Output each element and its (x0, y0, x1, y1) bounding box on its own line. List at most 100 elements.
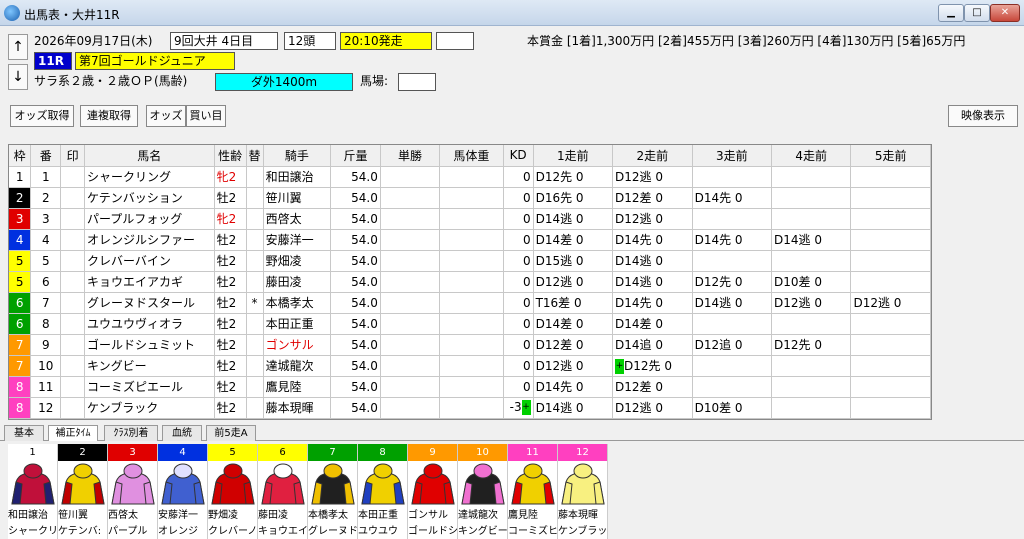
horse-name[interactable]: シャークリング (84, 166, 215, 188)
column-header[interactable]: 斤量 (330, 145, 381, 167)
table-row[interactable]: 8 11 コーミズピエール 牡2 鷹見陸 54.0 0 D14先 0 D12差 0 (9, 376, 931, 398)
table-row[interactable]: 2 2 ケテンバッション 牡2 笹川翼 54.0 0 D16先 0 D12差 0 D14先 0 (9, 187, 931, 209)
prev-run-text: D10差 0 (694, 401, 743, 415)
table-row[interactable]: 5 5 クレバーバイン 牡2 野畑凌 54.0 0 D15逃 0 D14逃 0 (9, 250, 931, 272)
column-header[interactable]: 印 (60, 145, 85, 167)
prev-run-5 (850, 187, 931, 209)
column-header[interactable]: 馬名 (84, 145, 215, 167)
jockey-silk-icon (561, 463, 605, 505)
odds-button[interactable]: オッズ (146, 105, 186, 127)
horse-name[interactable]: クレバーバイン (84, 250, 215, 272)
minimize-button[interactable]: ▁ (938, 4, 964, 22)
horse-name[interactable]: コーミズピエール (84, 376, 215, 398)
mark-cell[interactable] (60, 271, 85, 293)
table-row[interactable]: 4 4 オレンジルシファー 牡2 安藤洋一 54.0 0 D14差 0 D14先 0 D14先 0… (9, 229, 931, 251)
tab-1[interactable]: 基本 (4, 425, 44, 441)
mark-cell[interactable] (60, 334, 85, 356)
column-header[interactable]: 番 (30, 145, 62, 167)
table-row[interactable]: 5 6 キョウエイアカギ 牡2 藤田凌 54.0 0 D12逃 0 D14逃 0 D12先 0 D1… (9, 271, 931, 293)
kd-cell: 0 (503, 334, 534, 356)
prev-race-button[interactable]: ↑ (8, 34, 28, 60)
silk-number: 3 (108, 444, 157, 461)
silk-number: 2 (58, 444, 107, 461)
table-row[interactable]: 7 10 キングビー 牡2 達城龍次 54.0 0 D12逃 0 +D12先 0 (9, 355, 931, 377)
table-row[interactable]: 3 3 パープルフォッグ 牝2 西啓太 54.0 0 D14逃 0 D12逃 0 (9, 208, 931, 230)
kd-cell: 0 (503, 271, 534, 293)
mark-cell[interactable] (60, 292, 85, 314)
tab-3[interactable]: ｸﾗｽ別着 (104, 425, 158, 441)
column-header[interactable]: 騎手 (263, 145, 332, 167)
silk-jockey: 藤田凌 (258, 510, 288, 521)
prev-run-text: D14逃 0 (535, 212, 584, 226)
next-race-button[interactable]: ↓ (8, 64, 28, 90)
column-header[interactable]: KD (503, 145, 534, 167)
bet-button[interactable]: 買い目 (186, 105, 226, 127)
weight-cell: 54.0 (330, 229, 381, 251)
prev-run-text: D14先 0 (694, 233, 743, 247)
video-button[interactable]: 映像表示 (948, 105, 1018, 127)
mark-cell[interactable] (60, 313, 85, 335)
odds-fetch-button[interactable]: オッズ取得 (10, 105, 74, 127)
prev-run-3 (692, 250, 773, 272)
mark-cell[interactable] (60, 208, 85, 230)
mark-cell[interactable] (60, 187, 85, 209)
mark-cell[interactable] (60, 355, 85, 377)
column-header[interactable]: 2走前 (612, 145, 693, 167)
blank-field[interactable] (436, 32, 474, 50)
column-header[interactable]: 4走前 (771, 145, 852, 167)
horse-name[interactable]: キングビー (84, 355, 215, 377)
horse-name[interactable]: グレーヌドスタール (84, 292, 215, 314)
prev-run-text: D12差 0 (615, 191, 663, 205)
prev-run-1: D12先 0 (533, 166, 614, 188)
table-row[interactable]: 8 12 ケンブラック 牡2 藤本現暉 54.0 -3+ D14逃 0 D12逃 0 D10差 0 (9, 397, 931, 419)
table-row[interactable]: 7 9 ゴールドシュミット 牡2 ゴンサル 54.0 0 D12差 0 D14追 0 D12追 0… (9, 334, 931, 356)
prev-run-text: D14先 0 (615, 296, 663, 310)
mark-cell[interactable] (60, 397, 85, 419)
prev-run-5 (850, 271, 931, 293)
prev-run-text: D14差 0 (535, 233, 584, 247)
mark-cell[interactable] (60, 229, 85, 251)
column-header[interactable]: 枠 (9, 145, 32, 167)
table-row[interactable]: 6 7 グレーヌドスタール 牡2 * 本橋孝太 54.0 0 T16差 0 D14先 0 D14逃 … (9, 292, 931, 314)
horse-name[interactable]: ケテンバッション (84, 187, 215, 209)
maximize-button[interactable]: □ (964, 4, 990, 22)
column-header[interactable]: 馬体重 (439, 145, 504, 167)
prev-run-text: D10差 0 (774, 275, 822, 289)
weight-cell: 54.0 (330, 166, 381, 188)
column-header[interactable]: 3走前 (692, 145, 773, 167)
prev-run-text: D14差 0 (615, 317, 663, 331)
tab-2[interactable]: 補正ﾀｲﾑ (48, 425, 98, 441)
horse-name[interactable]: オレンジルシファー (84, 229, 215, 251)
table-row[interactable]: 6 8 ユウユウヴィオラ 牡2 本田正重 54.0 0 D14差 0 D14差 0 (9, 313, 931, 335)
jockey-silk-icon (261, 463, 305, 505)
renpuku-fetch-button[interactable]: 連複取得 (80, 105, 138, 127)
column-header[interactable]: 5走前 (850, 145, 931, 167)
horse-name[interactable]: ユウユウヴィオラ (84, 313, 215, 335)
going-field[interactable] (398, 73, 436, 91)
horse-name[interactable]: ケンブラック (84, 397, 215, 419)
table-row[interactable]: 1 1 シャークリング 牝2 和田譲治 54.0 0 D12先 0 D12逃 0 (9, 166, 931, 188)
column-header[interactable]: 替 (246, 145, 264, 167)
column-header[interactable]: 1走前 (533, 145, 614, 167)
horse-name[interactable]: キョウエイアカギ (84, 271, 215, 293)
table-header: 枠番印馬名 性齢替騎手 斤量 単勝 馬体重 KD 1走前 2走前 3走前 4走前 5走前 (9, 145, 931, 167)
close-button[interactable]: ✕ (990, 4, 1020, 22)
silk-number: 7 (308, 444, 357, 461)
silk-jockey: 和田譲治 (8, 510, 48, 521)
tab-4[interactable]: 血統 (162, 425, 202, 441)
mark-cell[interactable] (60, 166, 85, 188)
prev-run-3 (692, 208, 773, 230)
prev-run-text: D15逃 0 (535, 254, 584, 268)
waku-cell: 5 (9, 250, 32, 272)
waku-cell: 6 (9, 313, 32, 335)
column-header[interactable]: 単勝 (380, 145, 441, 167)
mark-cell[interactable] (60, 376, 85, 398)
horse-name[interactable]: パープルフォッグ (84, 208, 215, 230)
horse-name[interactable]: ゴールドシュミット (84, 334, 215, 356)
mark-cell[interactable] (60, 250, 85, 272)
tab-5[interactable]: 前5走A (206, 425, 256, 441)
kd-value: -3 (509, 400, 522, 414)
race-name: 第7回ゴールドジュニア (75, 52, 235, 70)
prev-run-text: D12逃 0 (535, 359, 584, 373)
column-header[interactable]: 性齢 (214, 145, 247, 167)
